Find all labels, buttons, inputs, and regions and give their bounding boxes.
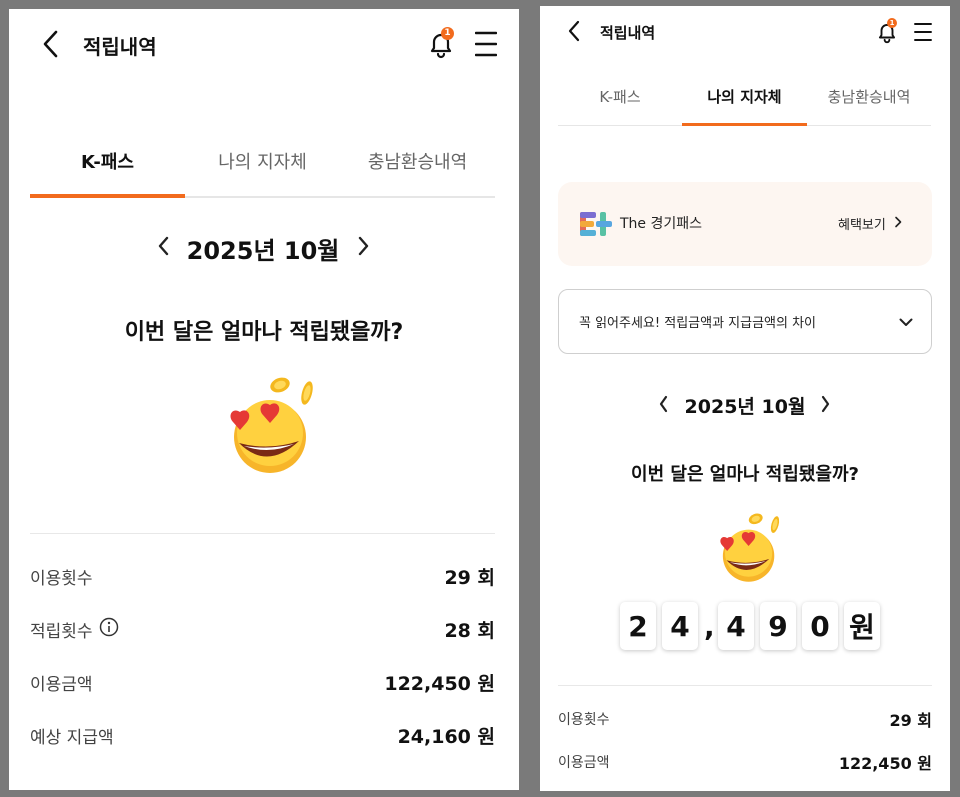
stat-label: 이용금액 [558,755,610,771]
stat-row-usage-count: 이용횟수 29 회 [558,708,932,730]
right-screen: 적립내역 1 K-패스 나의 지자체 충남환승내역 The 경기패스 혜택보기 … [540,6,950,791]
heart-eyes-emoji-with-coins-icon [217,367,327,483]
stat-row-saving-count: 적립횟수 28 회 [30,616,495,642]
stat-value: 122,450 원 [384,672,495,695]
next-month-icon[interactable] [819,395,831,413]
tab-k-pass[interactable]: K-패스 [558,86,682,107]
tab-k-pass[interactable]: K-패스 [30,148,185,174]
stat-value: 24,160 원 [397,725,495,748]
stat-label: 이용횟수 [30,568,93,589]
stats-divider [558,685,932,686]
active-tab-indicator [30,194,185,198]
notification-bell-icon[interactable]: 1 [427,27,457,59]
page-title: 적립내역 [600,24,656,42]
page-title: 적립내역 [83,35,157,59]
heart-eyes-emoji-with-coins-icon [710,506,790,590]
stat-value: 29 회 [444,566,495,589]
savings-question: 이번 달은 얼마나 적립됐을까? [124,320,404,345]
chevron-right-icon [894,216,902,232]
info-icon[interactable] [99,617,119,641]
active-tab-indicator [682,123,807,126]
gyeonggi-pass-logo-icon [580,212,614,240]
stat-value: 29 회 [889,711,932,730]
amount-separator: , [704,609,715,643]
stat-value: 122,450 원 [838,754,932,773]
hamburger-menu-icon[interactable] [914,22,932,42]
next-month-icon[interactable] [356,235,370,257]
month-label: 2025년 10월 [186,237,340,265]
notice-text: 꼭 읽어주세요! 적립금액과 지급금액의 차이 [579,316,817,331]
amount-digit: 4 [718,602,754,650]
stat-label: 예상 지급액 [30,727,114,748]
stat-row-usage-count: 이용횟수 29 회 [30,563,495,589]
back-arrow-icon[interactable] [566,20,582,42]
view-benefits-link[interactable]: 혜택보기 [838,214,902,233]
savings-question: 이번 달은 얼마나 적립됐을까? [631,464,859,485]
stat-value: 28 회 [444,619,495,642]
notice-accordion[interactable]: 꼭 읽어주세요! 적립금액과 지급금액의 차이 [558,289,932,354]
back-arrow-icon[interactable] [39,29,63,59]
amount-unit: 원 [844,602,880,650]
notification-bell-icon[interactable]: 1 [876,18,900,44]
amount-digit: 2 [620,602,656,650]
accrued-amount-counter: 2 4 , 4 9 0 원 [620,602,880,650]
amount-digit: 0 [802,602,838,650]
tab-chungnam-transfer[interactable]: 충남환승내역 [340,148,495,174]
amount-digit: 4 [662,602,698,650]
stat-row-expected-payment: 예상 지급액 24,160 원 [30,722,495,748]
stat-label: 이용횟수 [558,712,610,728]
tab-my-municipality[interactable]: 나의 지자체 [185,148,340,174]
view-benefits-label: 혜택보기 [838,218,886,233]
stat-label: 적립횟수 [30,621,93,642]
amount-digit: 9 [760,602,796,650]
stat-row-usage-amount: 이용금액 122,450 원 [558,751,932,773]
hamburger-menu-icon[interactable] [475,31,497,57]
notification-badge: 1 [441,27,454,40]
month-label: 2025년 10월 [684,396,806,418]
left-screen: 적립내역 1 K-패스 나의 지자체 충남환승내역 2025년 10월 이번 달… [9,9,519,790]
notification-badge: 1 [887,18,897,28]
stat-label: 이용금액 [30,674,93,695]
chevron-down-icon [899,312,913,331]
stat-row-usage-amount: 이용금액 122,450 원 [30,669,495,695]
gyeonggi-pass-brand: The 경기패스 [620,216,703,232]
stats-divider [30,533,495,534]
tab-chungnam-transfer[interactable]: 충남환승내역 [807,86,931,107]
tab-my-municipality[interactable]: 나의 지자체 [682,86,807,107]
